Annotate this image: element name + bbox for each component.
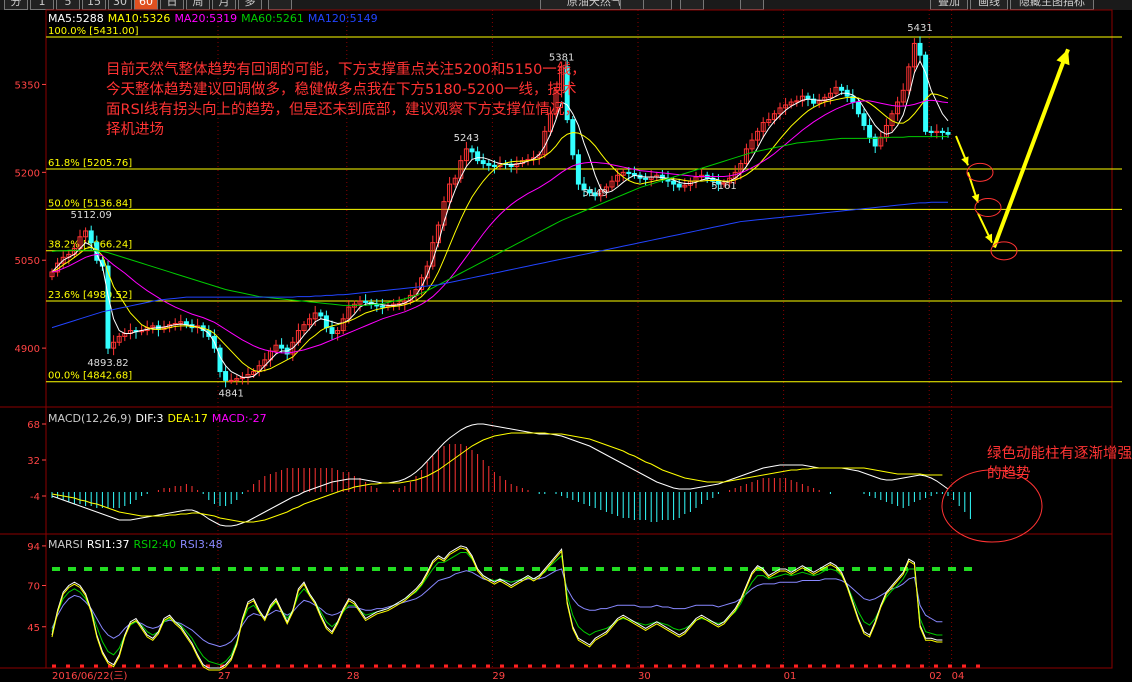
price-label: 5112.09 [71, 210, 112, 221]
candle-body [671, 180, 677, 185]
price-label: 4893.82 [87, 358, 128, 369]
fib-label: 100.0% [5431.00] [48, 26, 139, 37]
macd-dea-line [51, 432, 943, 523]
legend-item: MA120:5149 [307, 12, 378, 25]
y-tick-label: 5050 [15, 256, 40, 267]
legend-item: MARSI [48, 538, 83, 551]
fib-label: 00.0% [4842.68] [48, 371, 132, 382]
x-tick-label: 2016/06/22(三) [52, 671, 128, 682]
macd-y-tick: 32 [27, 456, 40, 467]
main-legend: MA5:5288 MA10:5326 MA20:5319 MA60:5261 MA120… [48, 12, 382, 25]
x-tick-label: 28 [347, 671, 360, 682]
y-tick-label: 5200 [15, 168, 40, 179]
rsi-y-tick: 94 [27, 542, 40, 553]
y-tick-label: 5350 [15, 80, 40, 91]
price-label: 5161 [711, 181, 736, 192]
fib-label: 50.0% [5136.84] [48, 198, 132, 209]
x-tick-label: 02 [929, 671, 942, 682]
support-circle [974, 198, 1002, 217]
candle-body [867, 124, 873, 138]
legend-item: RSI3:48 [180, 538, 223, 551]
fib-label: 61.8% [5205.76] [48, 158, 132, 169]
candle-body [323, 315, 329, 329]
rsi-y-tick: 45 [27, 623, 40, 634]
macd-analysis-note: 绿色动能柱有逐渐增强的趋势 [987, 446, 1132, 482]
price-label: 5431 [907, 23, 932, 34]
ma-line-ma120 [51, 201, 948, 329]
candle-body [486, 163, 492, 166]
x-tick-label: 01 [784, 671, 797, 682]
x-tick-label: 04 [952, 671, 965, 682]
legend-item: MACD(12,26,9) [48, 412, 132, 425]
candle-body [223, 371, 229, 381]
price-label: 4841 [218, 389, 243, 400]
legend-item: MA5:5288 [48, 12, 104, 25]
legend-item: MA20:5319 [174, 12, 238, 25]
macd-y-tick: 68 [27, 420, 40, 431]
candle-body [575, 154, 581, 185]
projection-arrow [992, 48, 1070, 249]
candle-body [105, 265, 111, 349]
legend-item: DIF:3 [135, 412, 164, 425]
support-circle [966, 162, 994, 182]
x-tick-label: 30 [638, 671, 651, 682]
macd-dif-line [51, 423, 949, 527]
candle-body [643, 177, 649, 180]
rsi-legend: MARSI RSI1:37 RSI2:40 RSI3:48 [48, 538, 227, 551]
legend-item: DEA:17 [167, 412, 208, 425]
candle-body [480, 160, 486, 165]
legend-item: RSI1:37 [86, 538, 130, 551]
candle-body [839, 86, 845, 91]
candle-body [329, 327, 335, 334]
candle-body [928, 130, 934, 133]
candle-body [626, 171, 632, 175]
macd-y-tick: -4 [30, 492, 40, 503]
macd-legend: MACD(12,26,9) DIF:3 DEA:17 MACD:-27 [48, 412, 271, 425]
legend-item: MA10:5326 [107, 12, 171, 25]
candle-body [676, 183, 682, 188]
candle-body [379, 305, 385, 308]
legend-item: MA60:5261 [241, 12, 304, 25]
candle-body [279, 344, 285, 349]
candle-body [475, 151, 481, 162]
rsi-line-rsi1 [51, 545, 943, 669]
price-label: 5149 [582, 188, 607, 199]
candle-body [491, 164, 497, 167]
rsi-y-tick: 70 [27, 582, 40, 593]
legend-item: RSI2:40 [133, 538, 177, 551]
candle-body [228, 379, 234, 382]
x-tick-label: 29 [492, 671, 505, 682]
candle-body [923, 54, 929, 132]
rsi-line-smoothed [51, 547, 943, 671]
main-analysis-note: 目前天然气整体趋势有回调的可能，下方支撑重点关注5200和5150一线，今天整体… [106, 62, 586, 138]
x-tick-label: 27 [218, 671, 231, 682]
candle-body [469, 148, 475, 153]
y-tick-label: 4900 [15, 344, 40, 355]
candle-body [855, 101, 861, 115]
candle-body [88, 230, 94, 244]
candle-body [861, 113, 867, 126]
legend-item: MACD:-27 [211, 412, 267, 425]
candle-body [318, 312, 324, 317]
candle-body [917, 42, 923, 56]
candle-body [939, 130, 945, 133]
candle-body [945, 132, 951, 135]
candle-body [363, 300, 369, 303]
